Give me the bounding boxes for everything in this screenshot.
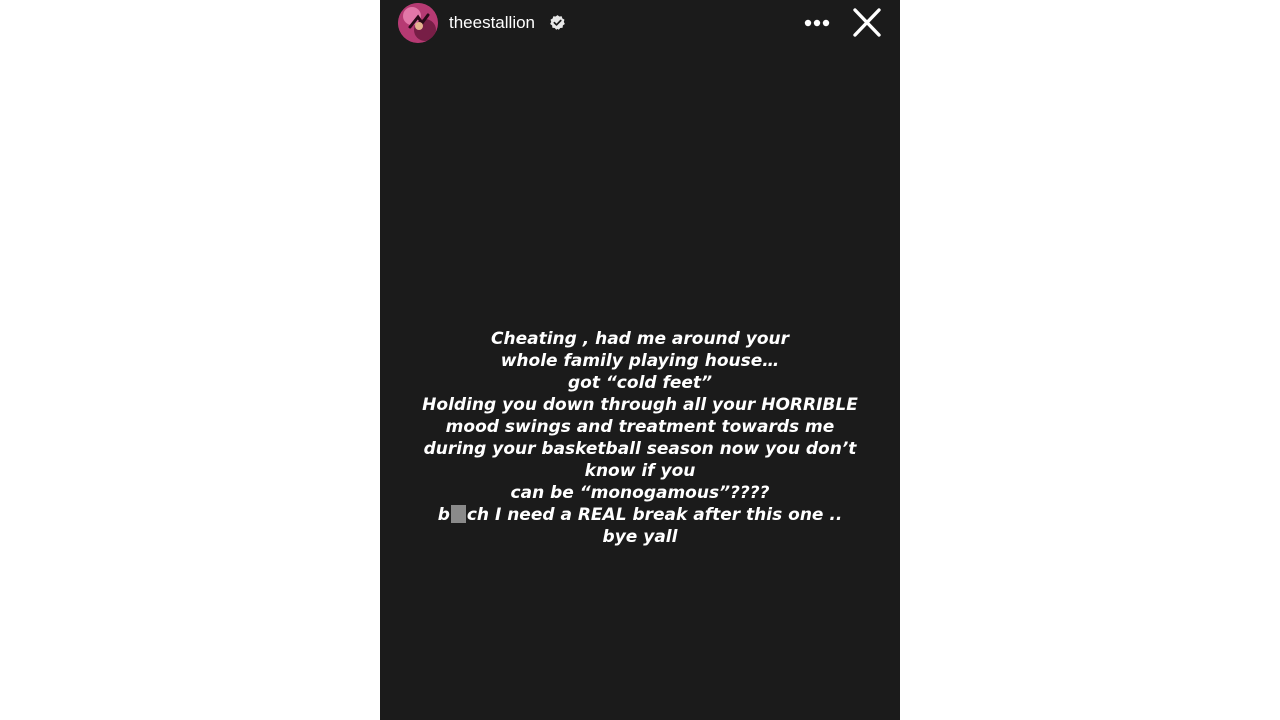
verified-badge-icon	[550, 15, 565, 30]
story-text-line: got “cold feet”	[567, 373, 713, 393]
story-text-line: whole family playing house…	[500, 351, 780, 371]
story-text-last-line: bye yall	[602, 527, 678, 547]
close-button[interactable]	[850, 7, 884, 39]
username[interactable]: theestallion	[449, 11, 535, 35]
story-text-line: Holding you down through all your HORRIB…	[422, 395, 858, 415]
story-text-line: Cheating , had me around your	[491, 329, 789, 349]
more-options-button[interactable]	[798, 8, 836, 38]
ellipsis-horizontal-icon	[804, 19, 830, 27]
censored-suffix: ch I need a REAL break after this one ..	[466, 505, 843, 525]
censored-prefix: b	[437, 505, 450, 525]
story-text-line: can be “monogamous”????	[510, 483, 770, 503]
story-text-line: know if you	[584, 461, 696, 481]
story-header: theestallion	[380, 0, 900, 46]
avatar[interactable]	[398, 3, 438, 43]
redaction-block	[450, 505, 466, 523]
story-text-line: mood swings and treatment towards me	[445, 417, 835, 437]
avatar-image	[398, 3, 438, 43]
close-icon	[853, 8, 881, 37]
story-text-overlay: Cheating , had me around your whole fami…	[380, 328, 900, 548]
story-text-line: during your basketball season now you do…	[423, 439, 857, 459]
censored-text-line: b ch I need a REAL break after this one .…	[380, 504, 900, 526]
story-viewer: theestallion Cheating , had me around yo…	[380, 0, 900, 720]
